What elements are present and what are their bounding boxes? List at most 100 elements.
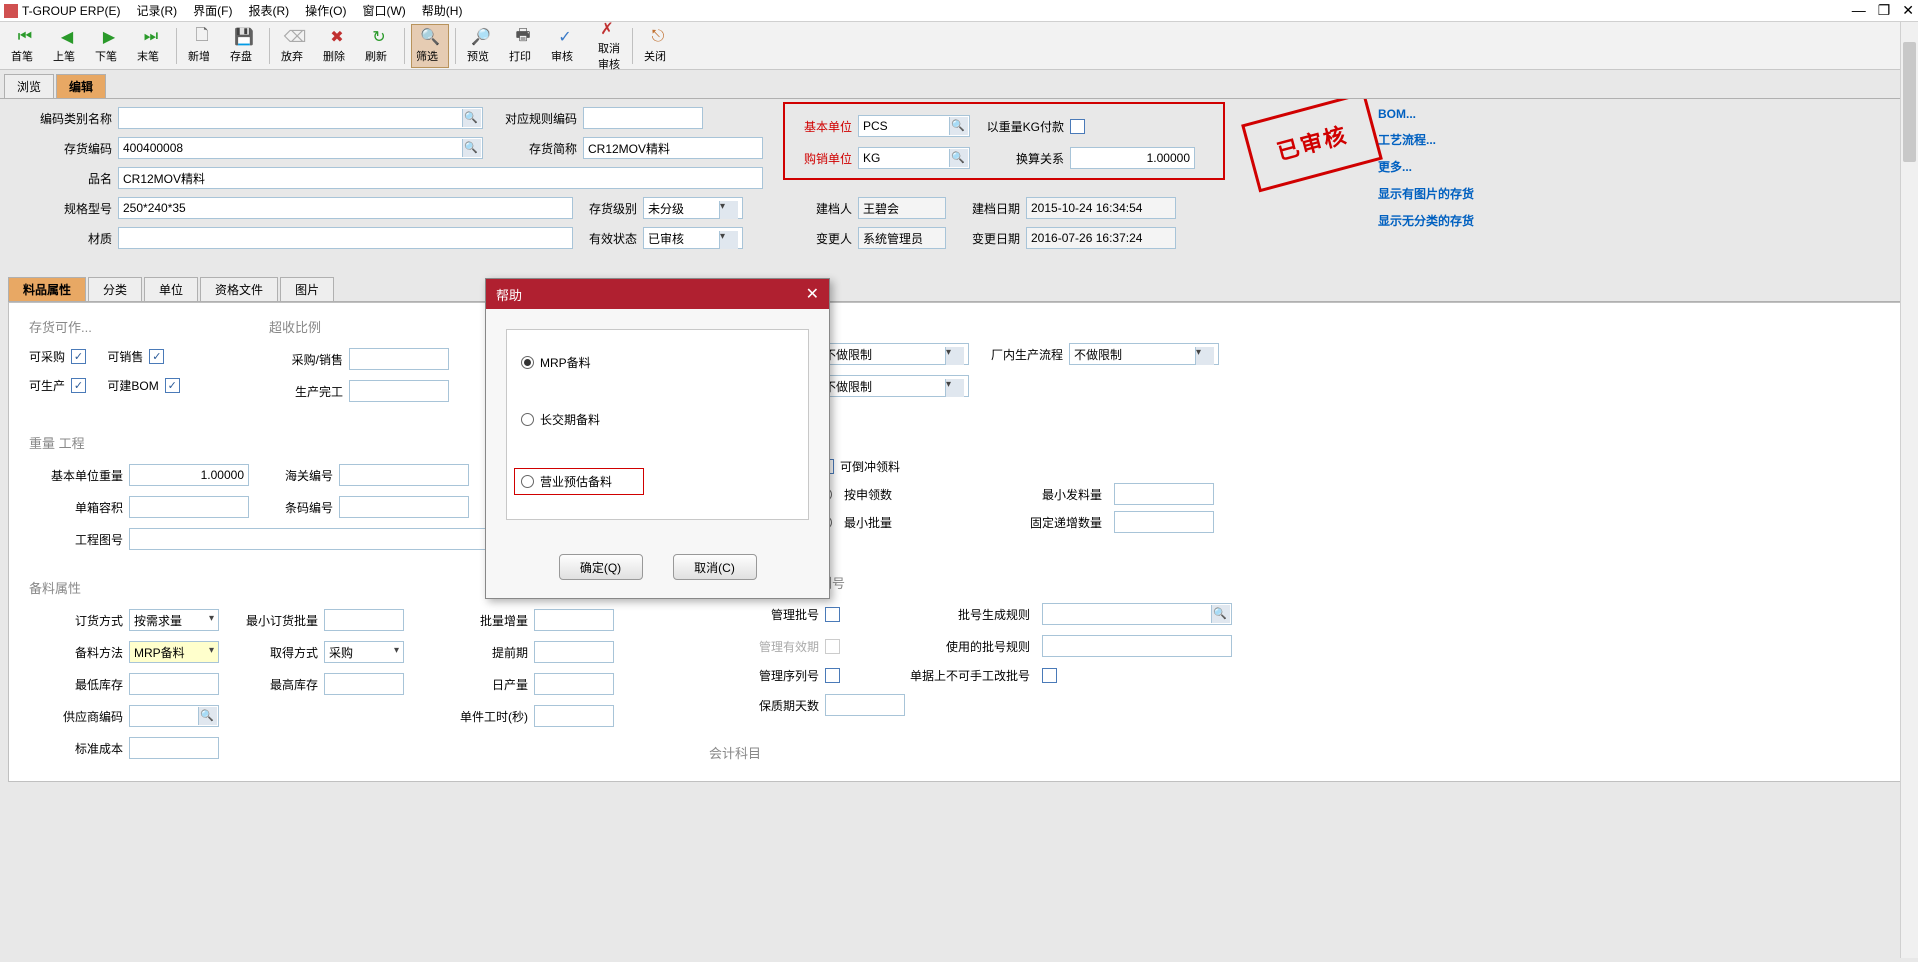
restore-icon[interactable]: ❐	[1878, 2, 1891, 19]
menu-help[interactable]: 帮助(H)	[422, 2, 463, 19]
tbtn-下笔[interactable]: ▶下笔	[90, 24, 128, 68]
subtab-分类[interactable]: 分类	[88, 277, 142, 301]
name-field[interactable]: CR12MOV精料	[118, 167, 763, 189]
subtab-图片[interactable]: 图片	[280, 277, 334, 301]
link-with-image[interactable]: 显示有图片的存货	[1378, 185, 1474, 202]
convert-field[interactable]: 1.00000	[1070, 147, 1195, 169]
tbtn-刷新[interactable]: ↻刷新	[360, 24, 398, 68]
tbtn-审核[interactable]: ✓审核	[546, 24, 584, 68]
daily-field[interactable]	[534, 673, 614, 695]
subtab-资格文件[interactable]: 资格文件	[200, 277, 278, 301]
lead-field[interactable]	[534, 641, 614, 663]
max-stock-field[interactable]	[324, 673, 404, 695]
tbtn-取消审核[interactable]: ✗取消审核	[588, 24, 626, 68]
can-buy-checkbox[interactable]: ✓	[71, 349, 86, 364]
batch-rule-field[interactable]: 🔍	[1042, 603, 1232, 625]
min-stock-field[interactable]	[129, 673, 219, 695]
shelf-field[interactable]	[825, 694, 905, 716]
tbtn-存盘[interactable]: 💾存盘	[225, 24, 263, 68]
weight-pay-label: 以重量KG付款	[970, 118, 1070, 135]
status-field[interactable]: 已审核	[643, 227, 743, 249]
menu-window[interactable]: 窗口(W)	[362, 2, 405, 19]
tab-浏览[interactable]: 浏览	[4, 74, 54, 98]
nolimit2-field[interactable]: 不做限制	[819, 375, 969, 397]
draw-field[interactable]	[129, 528, 779, 550]
tbtn-新增[interactable]: 🗋新增	[183, 24, 221, 68]
scrollbar-thumb[interactable]	[1903, 42, 1916, 162]
by-min-radio[interactable]	[819, 516, 832, 529]
tab-编辑[interactable]: 编辑	[56, 74, 106, 98]
prod-done-field[interactable]	[349, 380, 449, 402]
tbtn-末笔[interactable]: ⏭末笔	[132, 24, 170, 68]
base-unit-field[interactable]: PCS🔍	[858, 115, 970, 137]
order-way-label: 订货方式	[29, 612, 129, 629]
menu-action[interactable]: 操作(O)	[305, 2, 346, 19]
subtab-单位[interactable]: 单位	[144, 277, 198, 301]
min-order-field[interactable]	[324, 609, 404, 631]
barcode-field[interactable]	[339, 496, 469, 518]
prep-method-field[interactable]: MRP备料	[129, 641, 219, 663]
menu-record[interactable]: 记录(R)	[136, 2, 177, 19]
can-sell-checkbox[interactable]: ✓	[149, 349, 164, 364]
batch-inc-field[interactable]	[534, 609, 614, 631]
toolbar-label: 存盘	[230, 48, 258, 64]
tbtn-删除[interactable]: ✖删除	[318, 24, 356, 68]
vertical-scrollbar[interactable]	[1900, 22, 1918, 958]
nolimit1-field[interactable]: 不做限制	[819, 343, 969, 365]
customs-field[interactable]	[339, 464, 469, 486]
can-bom-checkbox[interactable]: ✓	[165, 378, 180, 393]
buy-sell-field[interactable]	[349, 348, 449, 370]
mgmt-batch-checkbox[interactable]	[825, 607, 840, 622]
stock-level-field[interactable]: 未分级	[643, 197, 743, 219]
toolbar-label: 审核	[551, 48, 579, 64]
std-cost-field[interactable]	[129, 737, 219, 759]
can-sell-label: 可销售	[107, 348, 143, 365]
spec-field[interactable]: 250*240*35	[118, 197, 573, 219]
link-more[interactable]: 更多...	[1378, 158, 1474, 175]
tbtn-筛选[interactable]: 🔍筛选	[411, 24, 449, 68]
fac-flow-field[interactable]: 不做限制	[1069, 343, 1219, 365]
stock-short-field[interactable]: CR12MOV精料	[583, 137, 763, 159]
tbtn-放弃[interactable]: ⌫放弃	[276, 24, 314, 68]
rule-code-field[interactable]	[583, 107, 703, 129]
unit-sec-field[interactable]	[534, 705, 614, 727]
menu-report[interactable]: 报表(R)	[248, 2, 289, 19]
minimize-icon[interactable]: —	[1852, 2, 1866, 19]
by-req-label: 按申领数	[844, 486, 892, 503]
subtab-料品属性[interactable]: 料品属性	[8, 277, 86, 301]
acq-field[interactable]: 采购	[324, 641, 404, 663]
tbtn-关闭[interactable]: ⎋关闭	[639, 24, 677, 68]
link-no-category[interactable]: 显示无分类的存货	[1378, 212, 1474, 229]
toolbar-icon: ◀	[57, 27, 77, 47]
by-req-radio[interactable]	[819, 488, 832, 501]
tbtn-首笔[interactable]: ⏮首笔	[6, 24, 44, 68]
spec-label: 规格型号	[8, 200, 118, 217]
tbtn-上笔[interactable]: ◀上笔	[48, 24, 86, 68]
titlebar: T-GROUP ERP(E) 记录(R) 界面(F) 报表(R) 操作(O) 窗…	[0, 0, 1918, 22]
fixed-inc-field[interactable]	[1114, 511, 1214, 533]
stock-code-field[interactable]: 400400008🔍	[118, 137, 483, 159]
mgmt-serial-label: 管理序列号	[749, 667, 819, 684]
min-issue-field[interactable]	[1114, 483, 1214, 505]
can-prod-checkbox[interactable]: ✓	[71, 378, 86, 393]
material-field[interactable]	[118, 227, 573, 249]
no-manual-checkbox[interactable]	[1042, 668, 1057, 683]
menu-ui[interactable]: 界面(F)	[193, 2, 232, 19]
mgmt-valid-checkbox	[825, 639, 840, 654]
mgmt-serial-checkbox[interactable]	[825, 668, 840, 683]
weight-pay-checkbox[interactable]	[1070, 119, 1085, 134]
tbtn-预览[interactable]: 🔎预览	[462, 24, 500, 68]
code-cat-field[interactable]: 🔍	[118, 107, 483, 129]
search-icon: 🔍	[200, 709, 214, 722]
link-process[interactable]: 工艺流程...	[1378, 131, 1474, 148]
used-rule-field[interactable]	[1042, 635, 1232, 657]
close-icon[interactable]: ✕	[1902, 2, 1914, 19]
link-bom[interactable]: BOM...	[1378, 107, 1474, 121]
order-way-field[interactable]: 按需求量	[129, 609, 219, 631]
base-wt-field[interactable]: 1.00000	[129, 464, 249, 486]
box-cap-field[interactable]	[129, 496, 249, 518]
tbtn-打印[interactable]: 🖶打印	[504, 24, 542, 68]
reversible-checkbox[interactable]	[819, 459, 834, 474]
sale-unit-field[interactable]: KG🔍	[858, 147, 970, 169]
supplier-field[interactable]: 🔍	[129, 705, 219, 727]
